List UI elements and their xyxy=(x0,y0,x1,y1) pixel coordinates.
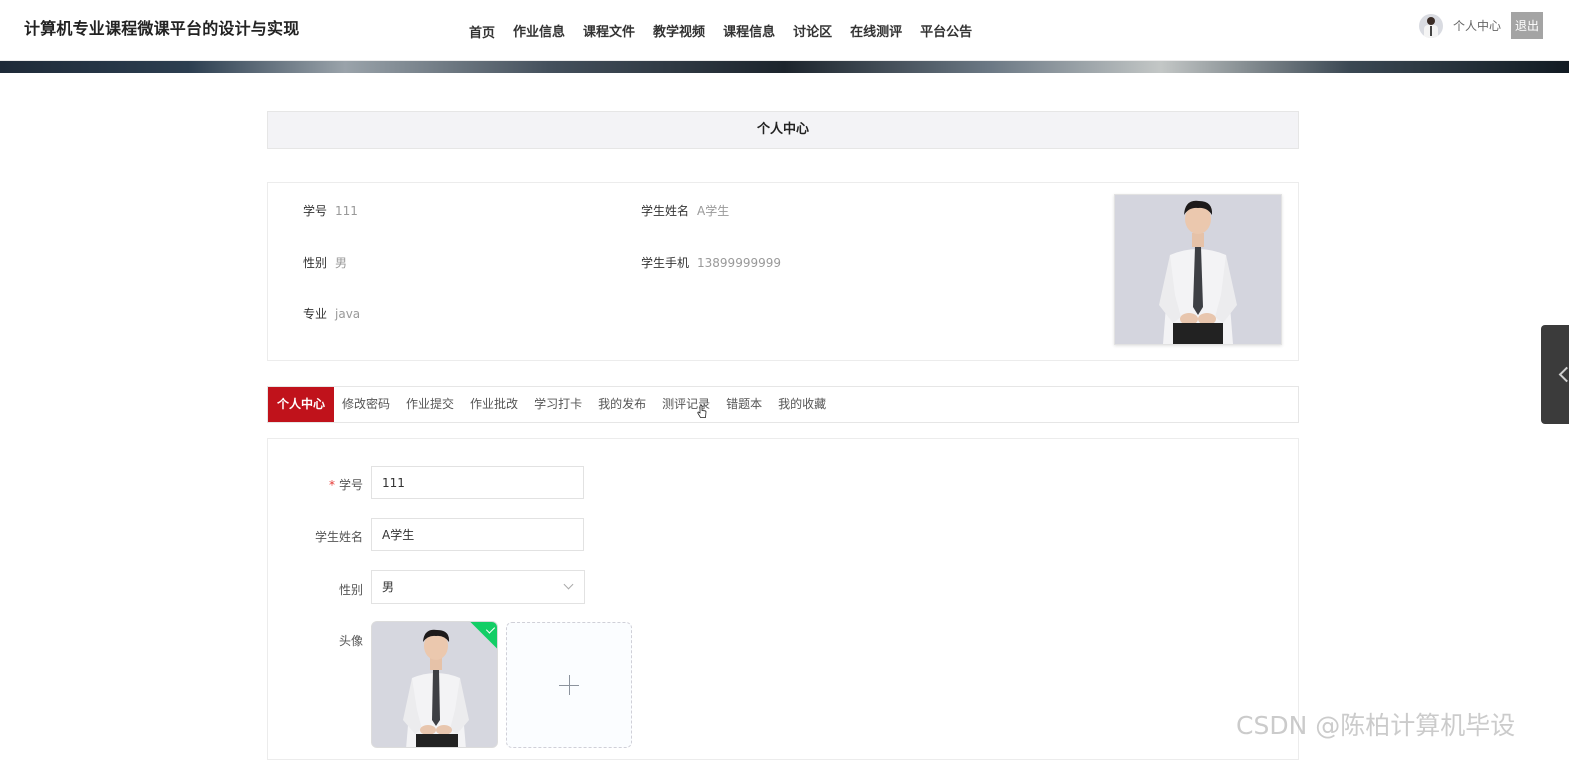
chevron-left-icon xyxy=(1558,366,1569,383)
student-id-input[interactable] xyxy=(371,466,584,499)
form-student-id-label: * 学号 xyxy=(283,476,363,493)
plus-icon-vertical xyxy=(569,675,570,695)
tab-my-posts[interactable]: 我的发布 xyxy=(590,387,654,422)
profile-gender-label: 性别 xyxy=(303,256,328,270)
chevron-down-icon xyxy=(563,579,574,590)
profile-gender-value: 男 xyxy=(335,256,348,270)
tab-test-records[interactable]: 测评记录 xyxy=(654,387,718,422)
side-panel-toggle[interactable] xyxy=(1541,325,1569,424)
user-area: 个人中心 退出 xyxy=(1418,12,1543,39)
profile-tabs: 个人中心 修改密码 作业提交 作业批改 学习打卡 我的发布 测评记录 错题本 我… xyxy=(267,386,1299,423)
profile-name: 学生姓名 A学生 xyxy=(641,202,729,219)
nav-teaching-videos[interactable]: 教学视频 xyxy=(653,21,705,40)
profile-student-id: 学号 111 xyxy=(303,202,358,219)
user-center-link[interactable]: 个人中心 xyxy=(1453,17,1501,34)
profile-major-value: java xyxy=(335,307,361,321)
profile-phone-label: 学生手机 xyxy=(641,256,690,270)
watermark: CSDN @陈柏计算机毕设 xyxy=(1236,711,1516,740)
nav-discussion[interactable]: 讨论区 xyxy=(793,21,832,40)
student-name-input[interactable] xyxy=(371,518,584,551)
form-avatar-label: 头像 xyxy=(338,634,363,648)
profile-major: 专业 java xyxy=(303,305,360,322)
profile-student-id-label: 学号 xyxy=(303,204,328,218)
user-avatar-icon[interactable] xyxy=(1418,13,1443,38)
nav-online-test[interactable]: 在线测评 xyxy=(850,21,902,40)
upload-add-button[interactable] xyxy=(506,622,632,748)
profile-photo-image xyxy=(1115,195,1281,344)
profile-name-value: A学生 xyxy=(697,204,730,218)
hand-cursor-icon xyxy=(697,405,707,418)
gender-select-value: 男 xyxy=(382,580,395,594)
gender-select[interactable]: 男 xyxy=(371,570,585,604)
tab-homework-grading[interactable]: 作业批改 xyxy=(462,387,526,422)
profile-major-label: 专业 xyxy=(303,307,328,321)
form-name-label: 学生姓名 xyxy=(314,530,363,544)
nav-course-files[interactable]: 课程文件 xyxy=(583,21,635,40)
banner-image xyxy=(0,60,1569,73)
profile-student-id-value: 111 xyxy=(335,204,358,218)
nav-home[interactable]: 首页 xyxy=(469,22,495,41)
logout-button[interactable]: 退出 xyxy=(1510,12,1543,39)
main-nav: 首页 作业信息 课程文件 教学视频 课程信息 讨论区 在线测评 平台公告 xyxy=(460,0,981,60)
nav-homework[interactable]: 作业信息 xyxy=(513,21,565,40)
tab-wrong-questions[interactable]: 错题本 xyxy=(718,387,770,422)
profile-phone-value: 13899999999 xyxy=(697,256,781,270)
profile-gender: 性别男 xyxy=(303,254,347,271)
profile-phone: 学生手机 13899999999 xyxy=(641,254,781,271)
form-student-id-label-text: 学号 xyxy=(338,478,363,492)
tab-personal-center[interactable]: 个人中心 xyxy=(268,387,335,422)
page-title: 个人中心 xyxy=(267,111,1299,149)
required-mark: * xyxy=(328,478,335,492)
tab-change-password[interactable]: 修改密码 xyxy=(334,387,398,422)
profile-photo xyxy=(1114,194,1282,345)
tab-my-favorites[interactable]: 我的收藏 xyxy=(770,387,834,422)
tab-homework-submit[interactable]: 作业提交 xyxy=(398,387,462,422)
uploaded-avatar-thumbnail[interactable] xyxy=(371,621,498,748)
form-gender-label: 性别 xyxy=(338,583,363,597)
uploaded-avatar-image xyxy=(372,622,497,747)
top-header: 计算机专业课程微课平台的设计与实现 首页 作业信息 课程文件 教学视频 课程信息… xyxy=(0,0,1569,61)
nav-announcements[interactable]: 平台公告 xyxy=(920,21,972,40)
tab-study-checkin[interactable]: 学习打卡 xyxy=(526,387,590,422)
profile-name-label: 学生姓名 xyxy=(641,204,690,218)
profile-form: *学号 学生姓名 性别 男 头像 xyxy=(267,438,1299,760)
profile-card: 学号 111 学生姓名 A学生 性别男 学生手机 13899999999 专业 java xyxy=(267,182,1299,361)
nav-course-info[interactable]: 课程信息 xyxy=(723,21,775,40)
site-title: 计算机专业课程微课平台的设计与实现 xyxy=(24,19,300,38)
